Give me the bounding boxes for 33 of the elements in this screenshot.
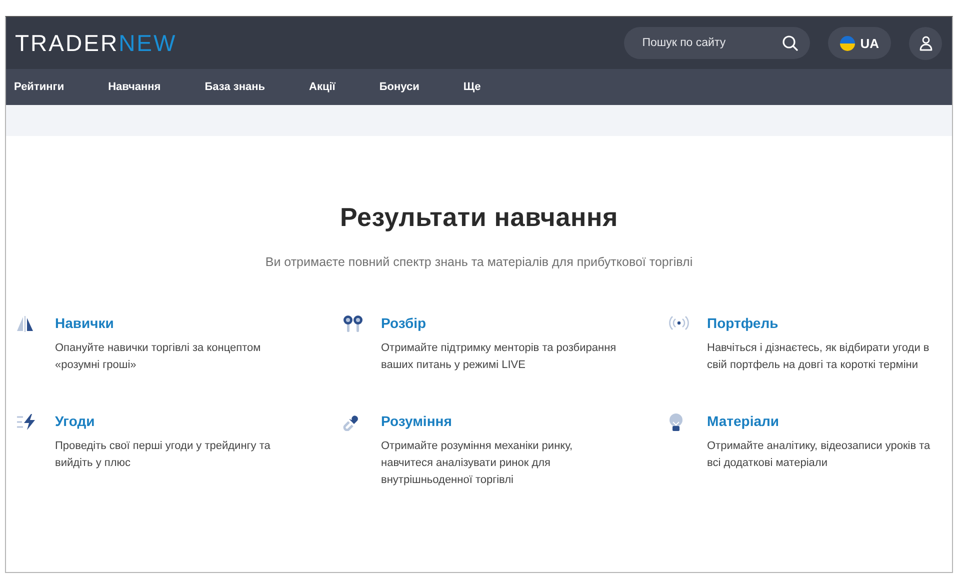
link-icon: [342, 413, 360, 431]
nav-link[interactable]: База знань: [204, 81, 266, 93]
section-title: Результати навчання: [339, 202, 619, 233]
bolt-icon: [16, 413, 38, 431]
profile-button[interactable]: [909, 26, 942, 60]
feature-description: Опануйте навички торгівлі за концептом «розумні гроші»: [55, 341, 262, 373]
search-icon: [782, 35, 798, 51]
sail-icon: [16, 315, 34, 333]
feature-title: Розуміння: [381, 413, 453, 429]
feature-title: Розбір: [381, 315, 428, 331]
feature-description: Отримайте розуміння механіки ринку, навчитеся аналізувати ринок для внутрішньоденної торгівлі: [381, 439, 574, 488]
flag-icon: [840, 36, 856, 50]
user-icon: [918, 35, 934, 51]
signal-icon: [668, 315, 690, 331]
nav-link[interactable]: Рейтинги: [14, 81, 64, 93]
nav-link[interactable]: Акції: [309, 81, 336, 93]
search-field[interactable]: Пошук по сайту: [624, 27, 810, 59]
feature-description: Навчіться і дізнаєтесь, як відбирати угоди в свій портфель на довгі та короткі терміни: [707, 341, 930, 373]
language-button[interactable]: UA: [828, 27, 891, 59]
feature-title: Угоди: [55, 413, 96, 429]
nav-link[interactable]: Ще: [463, 81, 481, 93]
nav-link[interactable]: Навчання: [108, 81, 161, 93]
feature-description: Проведіть свої перші угоди у трейдингу та вийдіть у плюс: [55, 439, 272, 471]
feature-title: Портфель: [707, 315, 780, 331]
earbuds-icon: [342, 315, 364, 333]
nav-link[interactable]: Бонуси: [379, 81, 420, 93]
bulb-icon: [668, 413, 684, 433]
feature-title: Навички: [55, 315, 115, 331]
feature-description: Отримайте підтримку менторів та розбирання ваших питань у режимі LIVE: [381, 341, 618, 373]
section-subtitle: Ви отримаєте повний спектр знань та матеріалів для прибуткової торгівлі: [264, 255, 694, 269]
logo[interactable]: TRADERNEW: [15, 30, 177, 56]
feature-title: Матеріали: [707, 413, 780, 429]
feature-description: Отримайте аналітику, відеозаписи уроків та всі додаткові матеріали: [707, 439, 932, 471]
